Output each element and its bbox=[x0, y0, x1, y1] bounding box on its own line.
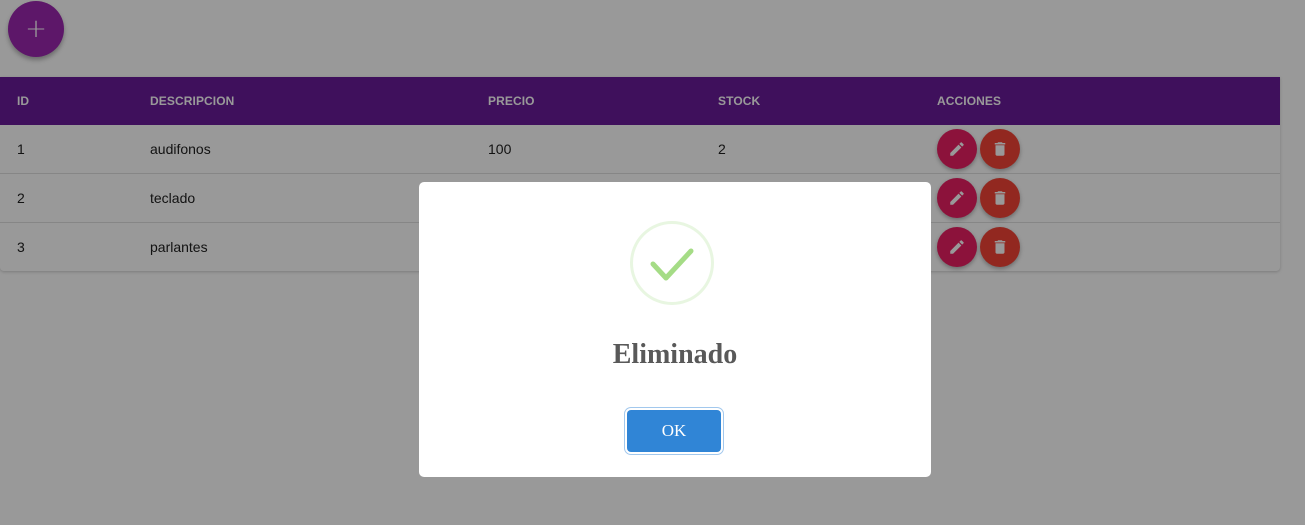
dialog-title: Eliminado bbox=[612, 339, 738, 370]
alert-dialog: Eliminado OK bbox=[419, 182, 931, 477]
check-success-icon bbox=[630, 221, 714, 305]
ok-button[interactable]: OK bbox=[627, 410, 721, 452]
